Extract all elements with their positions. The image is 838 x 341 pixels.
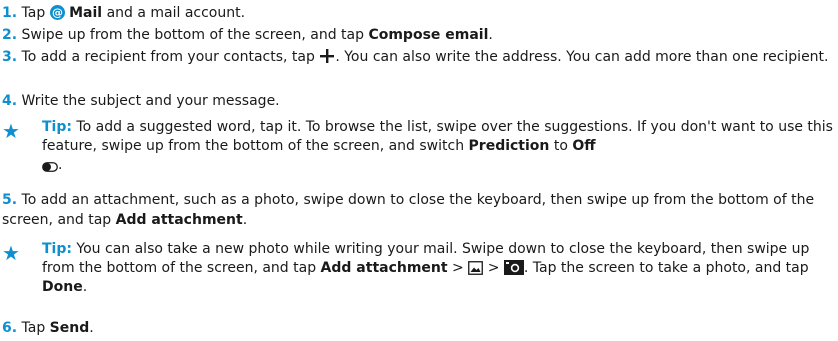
step-6: 6. Tap Send. [2, 320, 94, 336]
tip-1-text: Tip: To add a suggested word, tap it. To… [42, 119, 833, 173]
svg-text:@: @ [52, 6, 63, 19]
at-icon: @ [49, 5, 65, 20]
plus-icon [320, 49, 335, 63]
step-5: 5. To add an attachment, such as a photo… [2, 192, 815, 228]
star-icon: ★ [2, 241, 20, 265]
step-2: 2. Swipe up from the bottom of the scree… [2, 27, 493, 43]
step-3: 3. To add a recipient from your contacts… [2, 49, 829, 65]
star-icon: ★ [2, 119, 20, 143]
photos-icon [468, 261, 484, 275]
step-4: 4. Write the subject and your message. [2, 93, 280, 109]
toggle-off-icon [42, 162, 58, 172]
step-1: 1. Tap @ Mail and a mail account. [2, 5, 246, 21]
tip-2-text: Tip: You can also take a new photo while… [42, 241, 810, 295]
camera-icon [503, 260, 524, 275]
